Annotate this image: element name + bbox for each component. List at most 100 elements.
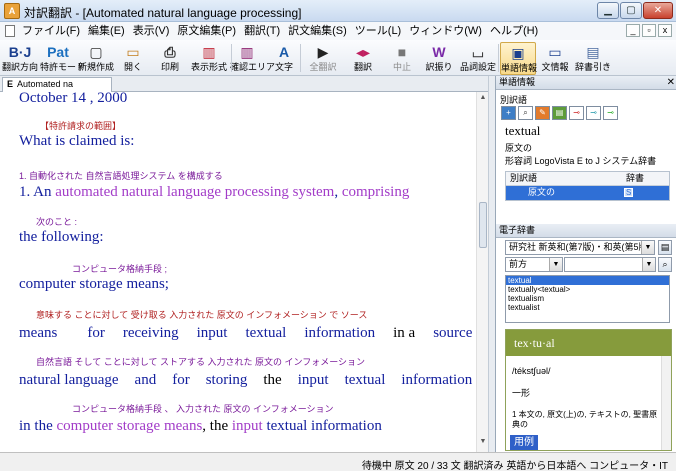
jp-annotation-line[interactable]: 意味する ことに対して 受け取る 入力された 原文の インフォメーション で ソ… [36, 308, 367, 321]
tab-automated[interactable]: E Automated na [2, 77, 112, 92]
jp-annotation-line[interactable]: 【特許請求の範囲】 [40, 119, 121, 132]
menu-item-3[interactable]: 原文編集(P) [173, 24, 240, 38]
scroll-up-icon[interactable]: ▲ [478, 94, 488, 104]
toolbar-button-14[interactable]: ▭ 文情報 [538, 42, 572, 75]
toolbar-button-4[interactable]: ⎙ 印刷 [152, 42, 188, 75]
toolbar-button-9[interactable]: ◂▸ 翻訳 [344, 42, 382, 75]
mdi-close-button[interactable]: x [658, 24, 672, 37]
toolbar-button-11[interactable]: W 訳振り [422, 42, 456, 75]
toolbar-button-13[interactable]: ▣ 単語情報 [500, 42, 537, 75]
dictionary-select[interactable]: 研究社 新英和(第7版)・和英(第5版 ▼ [505, 240, 655, 255]
table-row[interactable]: 原文の S [506, 186, 669, 200]
mdi-minimize-button[interactable]: _ [626, 24, 640, 37]
menu-item-5[interactable]: 訳文編集(S) [284, 24, 351, 38]
source-word[interactable]: for [172, 372, 190, 388]
source-line[interactable]: means for receiving input textual information… [19, 325, 487, 342]
source-word[interactable]: storing [206, 372, 248, 388]
toolbar-button-15[interactable]: ▤ 辞書引き [574, 42, 612, 75]
source-word[interactable]: automated natural language processing sy… [55, 184, 334, 200]
menu-item-2[interactable]: 表示(V) [129, 24, 174, 38]
translation-editor[interactable]: October 14 , 2000 【特許請求の範囲】 What is claime… [0, 92, 487, 452]
scroll-down-icon[interactable]: ▼ [478, 438, 488, 448]
mdi-restore-button[interactable]: ▫ [642, 24, 656, 37]
toolbar-button-8[interactable]: ▶ 全翻訳 [304, 42, 342, 75]
source-word[interactable]: input [197, 325, 228, 341]
source-word[interactable]: receiving [123, 325, 179, 341]
source-line[interactable]: 1. An automated natural language process… [19, 184, 409, 201]
toolbar-button-6[interactable]: ▥ 確認エリア [230, 42, 275, 75]
source-word[interactable]: textual [263, 418, 307, 434]
toolbar-button-2[interactable]: ▢ 新規作成 [78, 42, 114, 75]
menu-item-0[interactable]: ファイル(F) [18, 24, 84, 38]
dict-icon[interactable]: ▤ [552, 106, 567, 120]
minimize-button[interactable]: ▁ [597, 2, 619, 19]
jp-annotation-line[interactable]: 1. 自動化された 自然言語処理システム を構成する [19, 169, 223, 182]
source-word[interactable]: textual [245, 325, 286, 341]
source-word[interactable]: , [334, 184, 342, 200]
toolbar-button-3[interactable]: ▭ 開く [116, 42, 150, 75]
source-word[interactable]: input [232, 418, 263, 434]
jp-annotation-line[interactable]: 自然言語 そして ことに対して ストアする 入力された 原文の インフォメーショ… [36, 355, 365, 368]
source-line[interactable]: in the computer storage means, the input… [19, 418, 382, 435]
entry-list[interactable]: textual textually<textual> textualism textu… [505, 275, 670, 323]
maximize-button[interactable]: ▢ [620, 2, 642, 19]
source-word[interactable]: , the [202, 418, 232, 434]
source-word[interactable]: for [87, 325, 105, 341]
toolbar-button-0[interactable]: B·J 翻訳方向 [2, 42, 38, 75]
toolbar-button-7[interactable]: A 文字 [266, 42, 302, 75]
menu-item-7[interactable]: ウィンドウ(W) [405, 24, 486, 38]
source-word[interactable]: comprising [342, 184, 410, 200]
source-word[interactable]: information [307, 418, 382, 434]
example-button[interactable]: 用例 [510, 435, 538, 450]
menu-item-1[interactable]: 編集(E) [84, 24, 129, 38]
close-button[interactable]: ✕ [643, 2, 673, 19]
toolbar-button-1[interactable]: Pat 特許モード [40, 42, 85, 75]
list-item[interactable]: textually<textual> [506, 285, 669, 294]
source-word[interactable]: information [304, 325, 375, 341]
list-item[interactable]: textualist [506, 303, 669, 312]
source-word[interactable]: textual [345, 372, 386, 388]
match-mode-select[interactable]: 前方 ▼ [505, 257, 563, 272]
source-word[interactable]: in the [19, 418, 57, 434]
source-word[interactable]: in a [393, 325, 415, 341]
toolbar-button-12[interactable]: ⌴ 品詞設定 [458, 42, 498, 75]
edit-icon[interactable]: ✎ [535, 106, 550, 120]
source-word[interactable]: means [19, 325, 57, 341]
dict-book-icon[interactable]: ▤ [658, 240, 672, 255]
source-line[interactable]: the following: [19, 229, 104, 246]
source-word[interactable]: computer storage means [57, 418, 203, 434]
menu-item-6[interactable]: ツール(L) [351, 24, 405, 38]
list-item[interactable]: textualism [506, 294, 669, 303]
source-line[interactable]: natural language and for storing the input tex… [19, 372, 487, 389]
scroll-thumb[interactable] [479, 202, 487, 248]
source-line[interactable]: What is claimed is: [19, 133, 134, 150]
source-word[interactable]: input [298, 372, 329, 388]
source-word[interactable]: 1. An [19, 184, 55, 200]
search-input[interactable]: ▼ [564, 257, 656, 272]
menu-item-8[interactable]: ヘルプ(H) [486, 24, 542, 38]
editor-scrollbar[interactable]: ▲ ▼ [476, 92, 488, 452]
search-icon[interactable]: ⌕ [518, 106, 533, 120]
source-line[interactable]: computer storage means; [19, 276, 169, 293]
link-both-icon[interactable]: ⊸ [586, 106, 601, 120]
register-icon[interactable]: + [501, 106, 516, 120]
list-item[interactable]: textual [506, 276, 669, 285]
link-next-icon[interactable]: ⊸ [603, 106, 618, 120]
binoculars-icon[interactable]: ⌕ [658, 257, 672, 272]
source-line[interactable]: October 14 , 2000 [19, 92, 127, 107]
link-prev-icon[interactable]: ⊸ [569, 106, 584, 120]
toolbar-button-5[interactable]: ▥ 表示形式 [190, 42, 228, 75]
toolbar-button-10[interactable]: ■ 中止 [384, 42, 420, 75]
source-word[interactable]: and [135, 372, 157, 388]
entry-scrollbar[interactable] [661, 356, 671, 450]
menu-item-4[interactable]: 翻訳(T) [240, 24, 284, 38]
jp-annotation-line[interactable]: 次のこと : [36, 215, 77, 228]
panel-splitter[interactable] [488, 76, 495, 452]
source-word[interactable]: information [401, 372, 472, 388]
source-word[interactable]: source [433, 325, 472, 341]
source-word[interactable]: natural language [19, 372, 119, 388]
jp-annotation-line[interactable]: コンピュータ格納手段 ; [72, 262, 167, 275]
jp-annotation-line[interactable]: コンピュータ格納手段 、 入力された 原文の インフォメーション [72, 402, 334, 415]
source-word[interactable]: the [263, 372, 281, 388]
close-icon[interactable]: ✕ [667, 76, 675, 89]
